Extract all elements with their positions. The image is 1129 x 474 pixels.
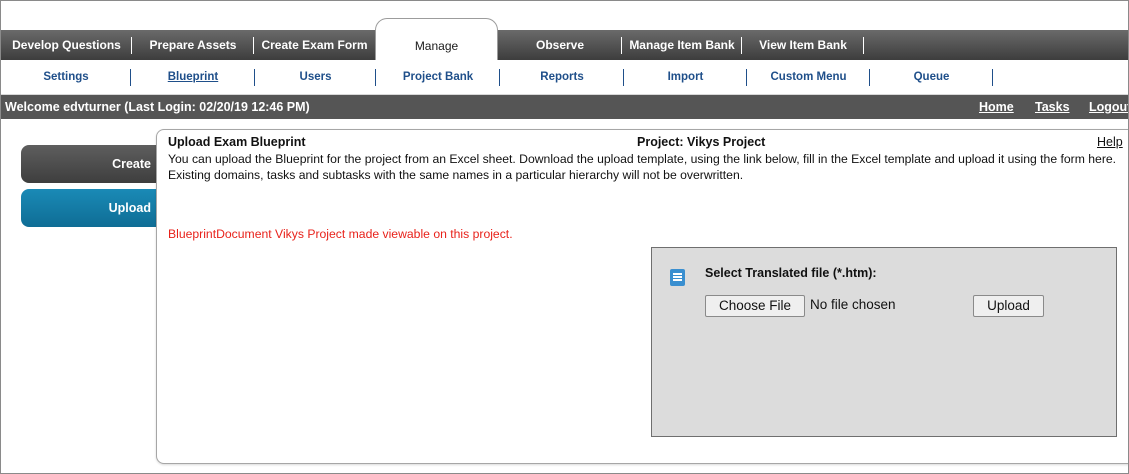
status-message: BlueprintDocument Vikys Project made vie…: [168, 227, 513, 241]
subnav-settings[interactable]: Settings: [1, 60, 131, 94]
upload-button[interactable]: Upload: [973, 295, 1044, 317]
logout-link[interactable]: Logout: [1089, 95, 1128, 119]
tab-prepare-assets[interactable]: Prepare Assets: [132, 30, 254, 60]
home-link[interactable]: Home: [979, 95, 1014, 119]
subnav-users[interactable]: Users: [255, 60, 376, 94]
subnav-queue[interactable]: Queue: [870, 60, 993, 94]
welcome-text: Welcome edvturner (Last Login: 02/20/19 …: [5, 100, 310, 114]
tab-label: Observe: [535, 38, 585, 52]
file-select-label: Select Translated file (*.htm):: [705, 266, 877, 280]
help-link[interactable]: Help: [1097, 135, 1123, 149]
tab-label: Manage: [414, 39, 459, 53]
tab-label: Prepare Assets: [149, 38, 237, 52]
tasks-link[interactable]: Tasks: [1035, 95, 1070, 119]
tab-manage[interactable]: Manage: [375, 18, 498, 60]
subnav-project-bank[interactable]: Project Bank: [376, 60, 500, 94]
choose-file-button[interactable]: Choose File: [705, 295, 805, 317]
subnav-import[interactable]: Import: [624, 60, 747, 94]
tab-observe[interactable]: Observe: [498, 30, 622, 60]
subnav-label: Import: [667, 71, 704, 83]
tab-label: Create Exam Form: [261, 38, 368, 52]
page-title: Upload Exam Blueprint: [168, 135, 306, 149]
document-icon: [670, 269, 685, 286]
subnav-label: Settings: [43, 71, 89, 83]
subnav-reports[interactable]: Reports: [500, 60, 624, 94]
file-status-text: No file chosen: [810, 297, 896, 312]
subnav-custom-menu[interactable]: Custom Menu: [747, 60, 870, 94]
subnav-label: Queue: [913, 71, 950, 83]
tab-create-exam-form[interactable]: Create Exam Form: [254, 30, 375, 60]
tab-manage-item-bank[interactable]: Manage Item Bank: [622, 30, 742, 60]
tab-view-item-bank[interactable]: View Item Bank: [742, 30, 864, 60]
page-description: You can upload the Blueprint for the pro…: [168, 152, 1117, 182]
app-window: Develop Questions Prepare Assets Create …: [0, 0, 1129, 474]
subnav-label: Blueprint: [167, 71, 219, 83]
tab-develop-questions[interactable]: Develop Questions: [1, 30, 132, 60]
tab-label: Manage Item Bank: [629, 38, 735, 52]
subnav-label: Users: [299, 71, 332, 83]
tab-label: View Item Bank: [759, 38, 847, 52]
subnav-label: Custom Menu: [770, 71, 847, 83]
tab-label: Develop Questions: [12, 38, 121, 52]
subnav-label: Reports: [540, 71, 584, 83]
subnav-label: Project Bank: [402, 71, 474, 83]
welcome-bar: Welcome edvturner (Last Login: 02/20/19 …: [1, 95, 1128, 119]
upload-nav-button[interactable]: Upload: [21, 189, 161, 227]
create-button[interactable]: Create: [21, 145, 161, 183]
subnav-blueprint[interactable]: Blueprint: [131, 60, 255, 94]
project-name: Project: Vikys Project: [637, 135, 766, 149]
